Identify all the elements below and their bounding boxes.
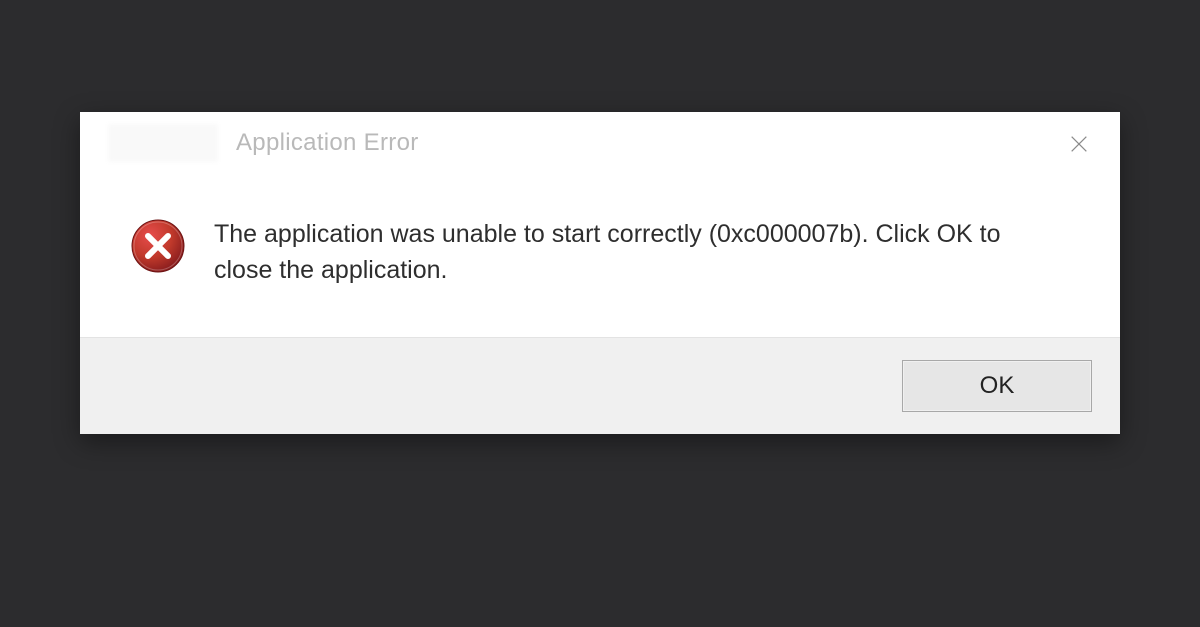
dialog-content: The application was unable to start corr… <box>80 174 1120 337</box>
app-icon-placeholder <box>108 124 218 162</box>
error-message: The application was unable to start corr… <box>214 214 1050 289</box>
dialog-title: Application Error <box>236 129 419 157</box>
close-button[interactable] <box>1056 126 1102 162</box>
dialog-button-bar: OK <box>80 337 1120 434</box>
error-dialog: Application Error <box>80 112 1120 434</box>
ok-button[interactable]: OK <box>902 360 1092 412</box>
close-icon <box>1068 133 1090 155</box>
error-cross-icon <box>130 218 186 274</box>
dialog-titlebar: Application Error <box>80 112 1120 174</box>
